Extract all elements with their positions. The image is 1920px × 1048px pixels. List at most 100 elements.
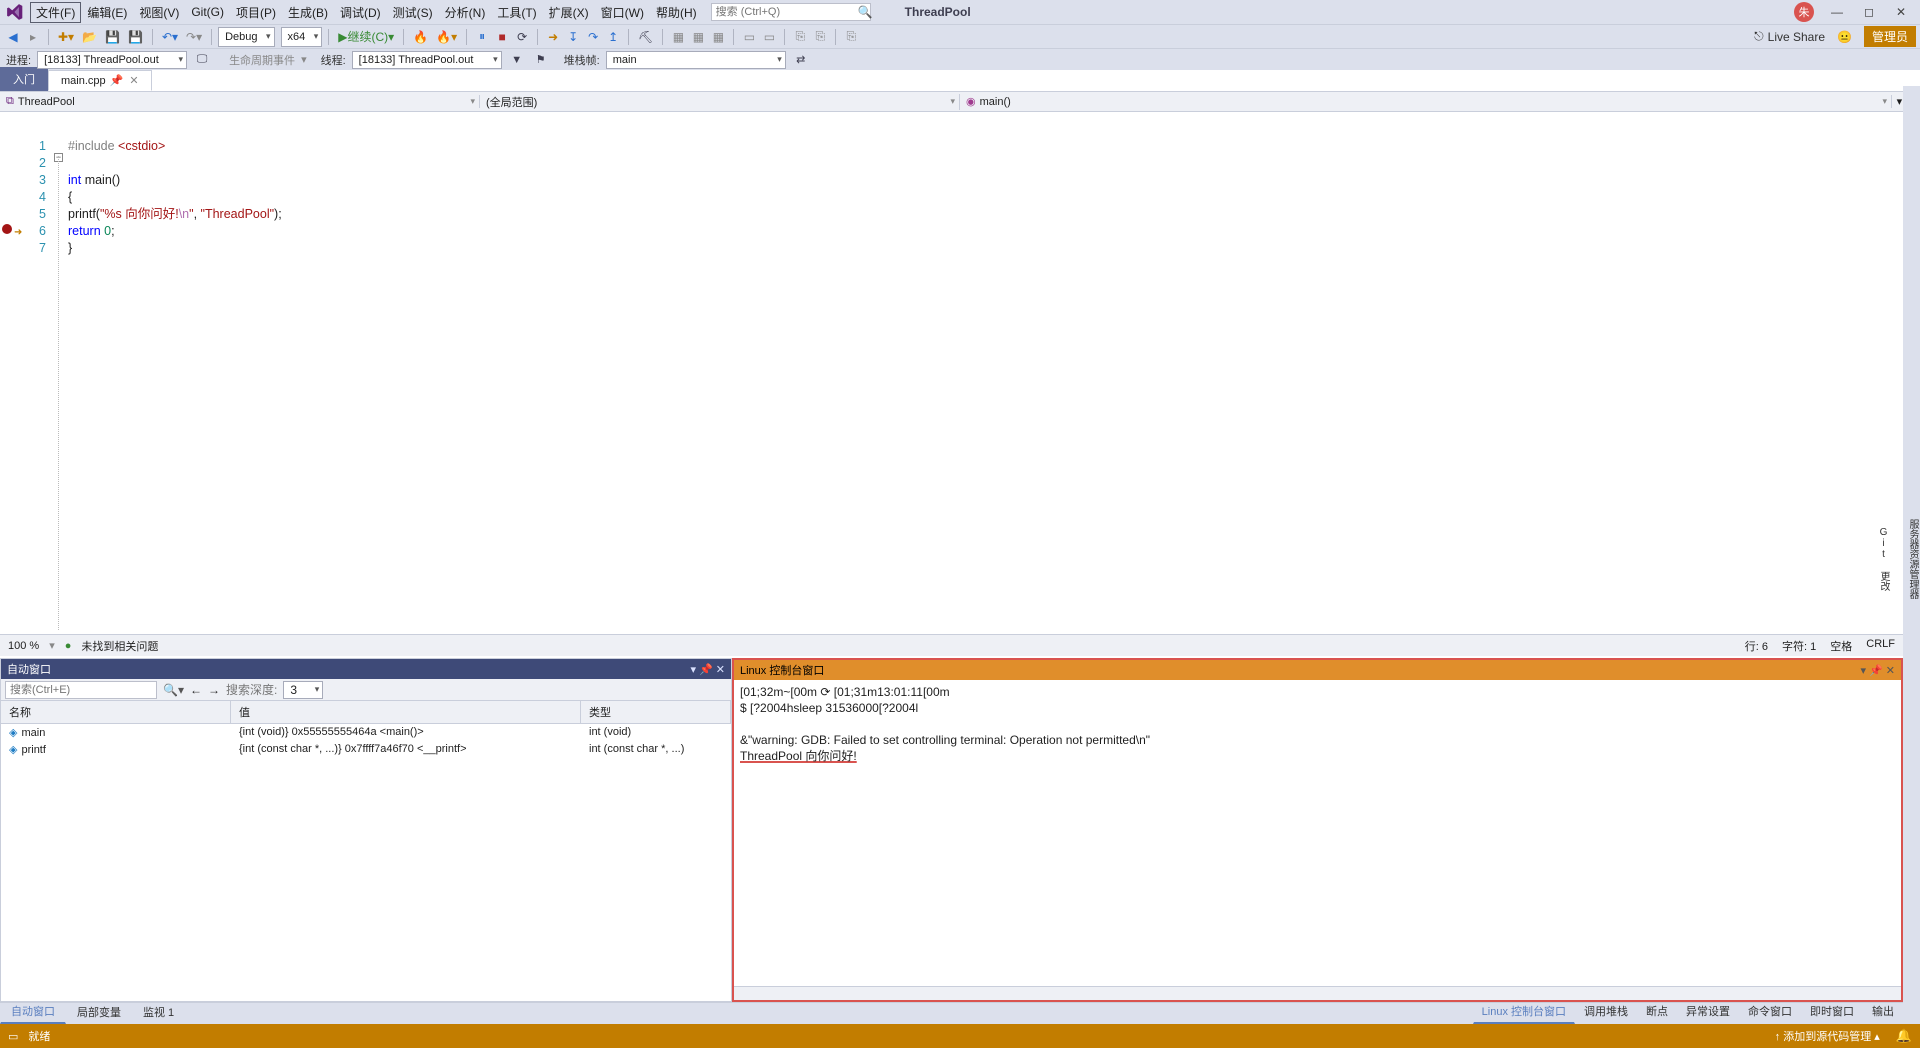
col-name[interactable]: 名称 (1, 701, 231, 723)
tooltab-callstack[interactable]: 调用堆栈 (1575, 999, 1637, 1024)
quick-search[interactable]: 🔍 (711, 3, 871, 21)
config-dropdown[interactable]: Debug (218, 27, 274, 47)
menu-test[interactable]: 测试(S) (387, 2, 439, 23)
menu-file[interactable]: 文件(F) (30, 2, 81, 23)
filter-icon[interactable]: ▼ (508, 50, 526, 70)
code-body[interactable]: − #include <cstdio> int main() { printf(… (54, 134, 1903, 634)
liveshare-icon[interactable]: ⎋ (1754, 29, 1764, 44)
stack-dropdown[interactable]: main (606, 51, 786, 69)
tab-pin-icon[interactable]: 📌 (110, 75, 124, 87)
tools-icon[interactable]: ⛏ (635, 27, 656, 47)
lifecycle-icon[interactable]: 🖵 (193, 50, 211, 70)
right-sidebar[interactable]: 服务器资源管理器 Git 更改 (1903, 86, 1920, 1024)
source-control-button[interactable]: ↑ 添加到源代码管理 ▴ (1769, 1026, 1886, 1046)
console-output[interactable]: [01;32m~[00m ⟳ [01;31m13:01:11[00m $ [?2… (734, 680, 1901, 986)
user-avatar[interactable]: 朱 (1794, 2, 1814, 22)
save-icon[interactable]: 💾 (102, 27, 123, 47)
issues-text[interactable]: 未找到相关问题 (81, 638, 158, 654)
tooltab-command[interactable]: 命令窗口 (1739, 999, 1801, 1024)
undo-icon[interactable]: ↶▾ (159, 27, 181, 47)
quick-search-input[interactable] (716, 6, 858, 18)
table-row[interactable]: ◈printf {int (const char *, ...)} 0x7fff… (1, 741, 731, 758)
console-scrollbar[interactable] (734, 986, 1901, 1000)
panel-close-icon[interactable]: ✕ (716, 663, 725, 676)
grid3-icon[interactable]: ▦ (709, 27, 727, 47)
misc3-icon[interactable]: ⎘ (791, 27, 809, 47)
nav-scope[interactable]: ⧉ThreadPool (0, 95, 480, 108)
misc5-icon[interactable]: ⎘ (842, 27, 860, 47)
code-editor[interactable]: 1234567 ➜ − #include <cstdio> int main()… (0, 134, 1903, 634)
tab-close-icon[interactable]: ✕ (129, 75, 138, 87)
tooltab-linux-console[interactable]: Linux 控制台窗口 (1473, 999, 1575, 1024)
hot-reload-icon[interactable]: 🔥 (410, 27, 431, 47)
save-all-icon[interactable]: 💾 (125, 27, 146, 47)
nav-type[interactable]: (全局范围) (480, 94, 960, 110)
stack-opts-icon[interactable]: ⇄ (792, 50, 810, 70)
col-type[interactable]: 类型 (581, 701, 731, 723)
open-icon[interactable]: 📂 (79, 27, 100, 47)
step-out-icon[interactable]: ↥ (604, 27, 622, 47)
tooltab-output[interactable]: 输出 (1863, 999, 1903, 1024)
flag-icon[interactable]: ⚑ (532, 50, 550, 70)
notifications-icon[interactable]: 🔔 (1896, 1028, 1912, 1044)
whitespace-mode[interactable]: 空格 (1830, 638, 1852, 654)
continue-button[interactable]: ▶ 继续(C) ▾ (335, 27, 397, 47)
search-icon[interactable]: 🔍▾ (163, 683, 184, 697)
misc2-icon[interactable]: ▭ (760, 27, 778, 47)
platform-dropdown[interactable]: x64 (281, 27, 323, 47)
eol-mode[interactable]: CRLF (1866, 638, 1895, 654)
menu-project[interactable]: 项目(P) (230, 2, 282, 23)
tooltab-breakpoints[interactable]: 断点 (1637, 999, 1677, 1024)
maximize-icon[interactable]: ◻ (1854, 1, 1884, 23)
panel-menu-icon[interactable]: ▾ (691, 663, 697, 676)
feedback-icon[interactable]: 😐 (1837, 30, 1852, 44)
tooltab-immediate[interactable]: 即时窗口 (1801, 999, 1863, 1024)
depth-dropdown[interactable]: 3 (283, 681, 323, 699)
panel-menu-icon[interactable]: ▾ (1861, 664, 1867, 677)
menu-build[interactable]: 生成(B) (282, 2, 334, 23)
table-row[interactable]: ◈main {int (void)} 0x55555555464a <main(… (1, 724, 731, 741)
menu-help[interactable]: 帮助(H) (650, 2, 703, 23)
minimize-icon[interactable]: — (1822, 1, 1852, 23)
breakpoint-icon[interactable] (2, 224, 12, 234)
tooltab-exceptions[interactable]: 异常设置 (1677, 999, 1739, 1024)
liveshare-label[interactable]: Live Share (1768, 30, 1825, 44)
col-value[interactable]: 值 (231, 701, 581, 723)
menu-extensions[interactable]: 扩展(X) (543, 2, 595, 23)
tooltab-autos[interactable]: 自动窗口 (0, 999, 66, 1024)
tab-main-cpp[interactable]: main.cpp📌✕ (48, 70, 152, 91)
zoom-level[interactable]: 100 % (8, 640, 39, 652)
nav-member[interactable]: ◉main() (960, 95, 1892, 108)
show-next-icon[interactable]: ➜ (544, 27, 562, 47)
menu-analyze[interactable]: 分析(N) (439, 2, 492, 23)
panel-close-icon[interactable]: ✕ (1886, 664, 1895, 677)
step-into-icon[interactable]: ↧ (564, 27, 582, 47)
tooltab-locals[interactable]: 局部变量 (66, 1000, 132, 1024)
menu-git[interactable]: Git(G) (185, 3, 230, 21)
tooltab-watch[interactable]: 监视 1 (132, 1000, 185, 1024)
depth-back-icon[interactable]: ← (190, 683, 202, 697)
close-icon[interactable]: ✕ (1886, 1, 1916, 23)
menu-window[interactable]: 窗口(W) (595, 2, 650, 23)
git-changes-tab[interactable]: Git 更改 (1876, 527, 1891, 591)
autos-search-input[interactable] (5, 681, 157, 699)
menu-view[interactable]: 视图(V) (133, 2, 185, 23)
thread-dropdown[interactable]: [18133] ThreadPool.out (352, 51, 502, 69)
new-item-icon[interactable]: ✚▾ (55, 27, 77, 47)
nav-back-icon[interactable]: ◀ (4, 27, 22, 47)
panel-pin-icon[interactable]: 📌 (699, 663, 713, 676)
grid1-icon[interactable]: ▦ (669, 27, 687, 47)
server-explorer-tab[interactable]: 服务器资源管理器 (1905, 519, 1920, 599)
misc1-icon[interactable]: ▭ (740, 27, 758, 47)
misc4-icon[interactable]: ⎘ (811, 27, 829, 47)
panel-pin-icon[interactable]: 📌 (1869, 664, 1883, 677)
pause-icon[interactable]: ⏸ (473, 27, 491, 47)
depth-fwd-icon[interactable]: → (208, 683, 220, 697)
menu-debug[interactable]: 调试(D) (334, 2, 387, 23)
redo-icon[interactable]: ↷▾ (183, 27, 205, 47)
grid2-icon[interactable]: ▦ (689, 27, 707, 47)
process-dropdown[interactable]: [18133] ThreadPool.out (37, 51, 187, 69)
menu-tools[interactable]: 工具(T) (491, 2, 542, 23)
step-over-icon[interactable]: ↷ (584, 27, 602, 47)
menu-edit[interactable]: 编辑(E) (81, 2, 133, 23)
